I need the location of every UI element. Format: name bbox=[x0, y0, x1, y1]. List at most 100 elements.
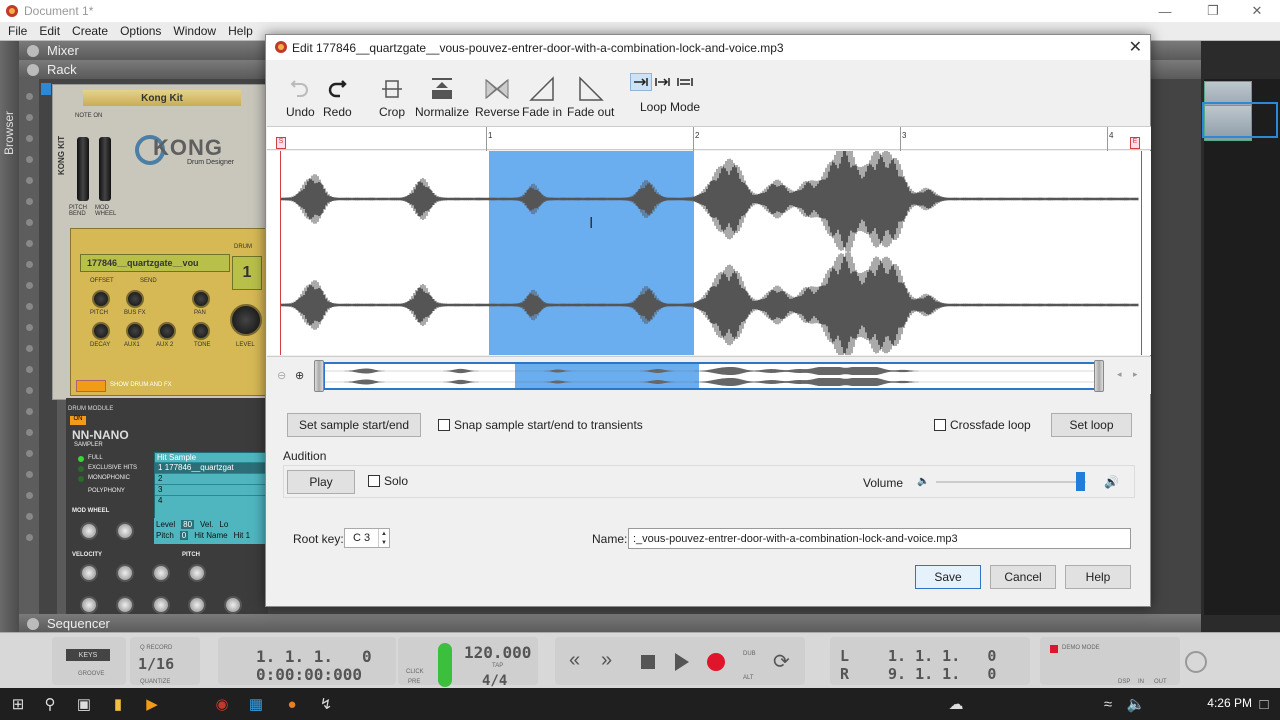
wifi-icon[interactable]: ≈ bbox=[1098, 694, 1118, 714]
play-button[interactable] bbox=[675, 653, 689, 671]
help-button[interactable]: Help bbox=[1065, 565, 1131, 589]
tray-icon[interactable]: ☁ bbox=[946, 694, 966, 714]
vel-decay-knob[interactable] bbox=[116, 564, 134, 582]
browser-strip[interactable]: Browser bbox=[0, 41, 19, 632]
mono-led[interactable] bbox=[78, 476, 84, 482]
sequencer-toggle-icon[interactable] bbox=[27, 617, 39, 630]
list-item[interactable]: 2 bbox=[155, 473, 265, 484]
undo-button[interactable]: Undo bbox=[286, 75, 315, 119]
mod-decay-knob[interactable] bbox=[116, 522, 134, 540]
kong-device-name[interactable]: Kong Kit bbox=[83, 90, 241, 106]
set-sample-start-end-button[interactable]: Set sample start/end bbox=[287, 413, 421, 437]
on-toggle[interactable]: ON bbox=[70, 416, 86, 425]
rewind-button[interactable]: « bbox=[569, 649, 580, 672]
pitch-knob-3[interactable] bbox=[188, 596, 206, 614]
scroll-left-icon[interactable]: ◂ bbox=[1117, 369, 1122, 380]
loop-pingpong-button[interactable] bbox=[674, 73, 696, 91]
vel-pitch-knob[interactable] bbox=[80, 564, 98, 582]
search-icon[interactable]: ⚲ bbox=[40, 694, 60, 714]
crossfade-checkbox-box[interactable] bbox=[934, 419, 946, 431]
store-icon[interactable]: ▦ bbox=[246, 694, 266, 714]
keys-button[interactable]: KEYS bbox=[66, 649, 110, 661]
task-view-icon[interactable]: ▣ bbox=[74, 694, 94, 714]
notifications-icon[interactable]: □ bbox=[1254, 694, 1274, 714]
level-knob-2[interactable] bbox=[152, 596, 170, 614]
signature-value[interactable]: 4/4 bbox=[482, 673, 507, 689]
loop-r-value[interactable]: 9. 1. 1. 0 bbox=[888, 665, 996, 683]
pitch-knob-nn[interactable] bbox=[188, 564, 206, 582]
overview-right-handle[interactable] bbox=[1094, 360, 1104, 392]
menu-edit[interactable]: Edit bbox=[39, 24, 60, 38]
list-item[interactable]: 3 bbox=[155, 484, 265, 495]
volume-tray-icon[interactable]: 🔈 bbox=[1126, 694, 1146, 714]
loop-l-value[interactable]: 1. 1. 1. 0 bbox=[888, 647, 996, 665]
play-audition-button[interactable]: Play bbox=[287, 470, 355, 494]
decay-knob[interactable] bbox=[92, 322, 110, 340]
position-bars[interactable]: 1. 1. 1. 0 bbox=[256, 647, 372, 666]
menu-file[interactable]: File bbox=[8, 24, 27, 38]
pitch-knob[interactable] bbox=[92, 290, 110, 308]
loop-icon[interactable]: ⟳ bbox=[773, 649, 790, 674]
propellerhead-icon[interactable] bbox=[1185, 651, 1207, 673]
save-button[interactable]: Save bbox=[915, 565, 981, 589]
fade-in-button[interactable]: Fade in bbox=[522, 75, 562, 119]
scroll-right-icon[interactable]: ▸ bbox=[1133, 369, 1138, 380]
list-item[interactable]: 4 bbox=[155, 495, 265, 506]
overview-bar[interactable] bbox=[323, 362, 1101, 390]
root-key-stepper[interactable]: ▲ ▼ bbox=[378, 529, 389, 547]
cancel-button[interactable]: Cancel bbox=[990, 565, 1056, 589]
volume-slider-thumb[interactable] bbox=[1075, 472, 1085, 491]
zoom-out-icon[interactable]: ⊖ bbox=[277, 369, 286, 382]
groove-button[interactable]: GROOVE bbox=[78, 671, 104, 677]
set-loop-button[interactable]: Set loop bbox=[1051, 413, 1132, 437]
bus-fx-knob[interactable] bbox=[126, 290, 144, 308]
spin-down-icon[interactable]: ▼ bbox=[381, 540, 387, 546]
snap-checkbox-box[interactable] bbox=[438, 419, 450, 431]
mod-wheel[interactable] bbox=[99, 137, 111, 201]
zoom-in-icon[interactable]: ⊕ bbox=[295, 369, 304, 382]
firefox-icon[interactable]: ● bbox=[282, 694, 302, 714]
normalize-button[interactable]: Normalize bbox=[415, 75, 469, 119]
solo-checkbox-box[interactable] bbox=[368, 475, 380, 487]
mixer-toggle-icon[interactable] bbox=[27, 44, 39, 57]
redo-button[interactable]: Redo bbox=[323, 75, 352, 119]
menu-help[interactable]: Help bbox=[228, 24, 253, 38]
windows-start-icon[interactable]: ⊞ bbox=[8, 694, 28, 714]
list-item[interactable]: 1 177846__quartzgat bbox=[155, 462, 265, 473]
sample-end-marker[interactable]: E bbox=[1130, 137, 1140, 149]
tap-label[interactable]: TAP bbox=[492, 663, 503, 669]
show-drum-toggle[interactable] bbox=[76, 380, 106, 392]
menu-options[interactable]: Options bbox=[120, 24, 161, 38]
dub-label[interactable]: DUB bbox=[743, 651, 756, 657]
fade-out-button[interactable]: Fade out bbox=[567, 75, 614, 119]
reverse-button[interactable]: Reverse bbox=[475, 75, 520, 119]
file-explorer-icon[interactable]: ▮ bbox=[108, 694, 128, 714]
rack-toggle-icon[interactable] bbox=[27, 63, 39, 76]
quantize-value[interactable]: 1/16 bbox=[138, 655, 174, 673]
full-led[interactable] bbox=[78, 456, 84, 462]
crop-button[interactable]: Crop bbox=[378, 75, 406, 119]
menu-window[interactable]: Window bbox=[173, 24, 216, 38]
record-button[interactable] bbox=[707, 653, 725, 671]
restore-button[interactable]: ❐ bbox=[1190, 0, 1236, 22]
stop-button[interactable] bbox=[641, 655, 655, 669]
position-time[interactable]: 0:00:00:000 bbox=[256, 665, 362, 684]
snap-to-transients-checkbox[interactable]: Snap sample start/end to transients bbox=[438, 418, 643, 432]
menu-create[interactable]: Create bbox=[72, 24, 108, 38]
spin-up-icon[interactable]: ▲ bbox=[381, 531, 387, 537]
sample-ruler[interactable]: 1 2 3 4 S E bbox=[267, 126, 1151, 151]
reason-taskbar-icon[interactable]: ◉ bbox=[212, 694, 232, 714]
overview-left-handle[interactable] bbox=[314, 360, 324, 392]
loop-off-button[interactable] bbox=[630, 73, 652, 91]
aux2-knob[interactable] bbox=[158, 322, 176, 340]
fast-forward-button[interactable]: » bbox=[601, 649, 612, 672]
pitch-knob-2[interactable] bbox=[80, 596, 98, 614]
loop-forward-button[interactable] bbox=[652, 73, 674, 91]
close-app-button[interactable]: ✕ bbox=[1234, 0, 1280, 22]
app-icon[interactable]: ↯ bbox=[316, 694, 336, 714]
name-input[interactable]: :_vous-pouvez-entrer-door-with-a-combina… bbox=[628, 528, 1131, 549]
bend-knob[interactable] bbox=[224, 596, 242, 614]
sequencer-header[interactable]: Sequencer bbox=[19, 614, 1201, 633]
level-param-value[interactable]: 80 bbox=[181, 520, 195, 529]
media-app-icon[interactable]: ▶ bbox=[142, 694, 162, 714]
